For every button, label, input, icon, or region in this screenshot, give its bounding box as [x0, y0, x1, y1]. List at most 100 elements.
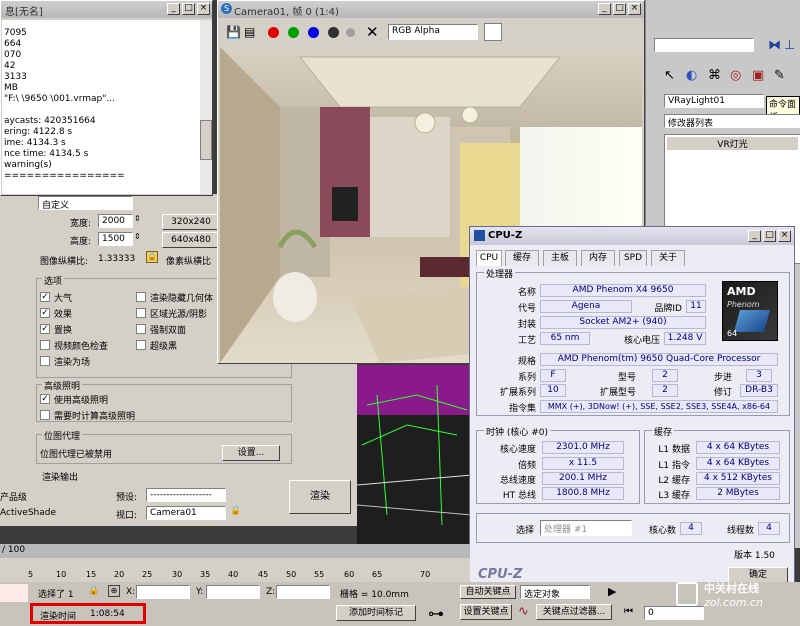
- watermark-url: zol.com.cn: [704, 596, 764, 609]
- align-icon[interactable]: ⊥: [784, 38, 795, 53]
- code-value: Agena: [540, 300, 632, 313]
- preset-size-dropdown[interactable]: 自定义: [38, 196, 133, 210]
- cpuz-close-icon[interactable]: ×: [778, 230, 791, 242]
- key-selection-dropdown[interactable]: 选定对象: [520, 585, 590, 599]
- play-icon[interactable]: ▶: [608, 585, 616, 598]
- size-640-button[interactable]: 640x480: [162, 232, 220, 248]
- displace-checkbox[interactable]: ✓: [40, 324, 50, 334]
- cmd-tab-row: ↖ ◐ ⌘ ◎ ▣ ✎: [664, 68, 800, 88]
- atmosphere-checkbox[interactable]: ✓: [40, 292, 50, 302]
- height-spinner-icon[interactable]: ⇕: [134, 232, 141, 241]
- render-button[interactable]: 渲染: [289, 480, 351, 514]
- width-spinner-icon[interactable]: ⇕: [134, 214, 141, 223]
- amd-logo-text: AMD: [727, 285, 756, 298]
- object-name-field[interactable]: VRayLight01: [664, 94, 764, 108]
- modifier-list-dropdown[interactable]: 修改器列表: [664, 114, 800, 128]
- height-label: 高度:: [70, 237, 92, 247]
- compute-adv-lighting-checkbox[interactable]: [40, 410, 50, 420]
- maximize-icon[interactable]: □: [182, 3, 195, 15]
- minimize-icon[interactable]: _: [167, 3, 180, 15]
- save-icon[interactable]: 💾: [226, 25, 241, 39]
- name-value: AMD Phenom X4 9650: [540, 284, 706, 297]
- selection-lock-icon[interactable]: 🔒: [88, 586, 99, 596]
- close-icon[interactable]: ×: [197, 3, 210, 15]
- viewport-dropdown[interactable]: Camera01: [146, 506, 226, 520]
- log-line: ime: 4134.3 s: [4, 138, 66, 148]
- key-icon[interactable]: ⊶: [428, 604, 444, 623]
- tab-memory[interactable]: 内存: [581, 250, 615, 266]
- log-scrollbar[interactable]: [200, 20, 212, 194]
- tab-about[interactable]: 关于: [651, 250, 685, 266]
- force-2sided-checkbox[interactable]: [136, 324, 146, 334]
- copy-icon[interactable]: ▤: [244, 25, 255, 39]
- compute-adv-lighting-label: 需要时计算高级照明: [54, 412, 136, 422]
- frame-minimize-icon[interactable]: _: [598, 3, 611, 15]
- tab-spd[interactable]: SPD: [619, 250, 647, 266]
- key-filters-button[interactable]: 关键点过滤器...: [536, 604, 612, 620]
- clear-icon[interactable]: ✕: [366, 23, 379, 41]
- super-black-checkbox[interactable]: [136, 340, 146, 350]
- utilities-tab-icon[interactable]: ✎: [774, 68, 785, 83]
- auto-key-button[interactable]: 自动关键点: [460, 585, 516, 599]
- x-coord-input[interactable]: [136, 585, 190, 599]
- display-tab-icon[interactable]: ▣: [752, 68, 764, 83]
- add-time-tag-button[interactable]: 添加时间标记: [336, 605, 416, 621]
- cmd-top-dropdown[interactable]: [654, 38, 754, 52]
- render-hidden-checkbox[interactable]: [136, 292, 146, 302]
- red-channel-icon[interactable]: [268, 27, 279, 38]
- clock-title: 时钟 (核心 #0): [484, 425, 551, 438]
- tab-cache[interactable]: 缓存: [505, 250, 539, 266]
- green-channel-icon[interactable]: [288, 27, 299, 38]
- blue-channel-icon[interactable]: [308, 27, 319, 38]
- track-bar[interactable]: 5 10 15 20 25 30 35 40 45 50 55 60 65 70: [0, 558, 470, 582]
- ruler-tick: 30: [172, 570, 183, 579]
- curve-icon[interactable]: ∿: [518, 604, 529, 619]
- adv-lighting-title: 高级照明: [42, 379, 83, 392]
- tab-mainboard[interactable]: 主板: [543, 250, 577, 266]
- motion-tab-icon[interactable]: ◎: [730, 68, 741, 83]
- channel-dropdown[interactable]: RGB Alpha: [388, 24, 478, 40]
- grid-size: 栅格 = 10.0mm: [340, 590, 409, 600]
- z-coord-input[interactable]: [276, 585, 330, 599]
- area-lights-checkbox[interactable]: [136, 308, 146, 318]
- ext-family-label: 扩展系列: [499, 388, 536, 398]
- l2-value: 4 x 512 KBytes: [696, 472, 780, 485]
- log-line: "F:\ \9650 \001.vrmap"...: [4, 94, 115, 104]
- mirror-icon[interactable]: ⧓: [768, 38, 781, 53]
- width-input[interactable]: 2000: [98, 214, 133, 228]
- model-label: 型号: [617, 373, 636, 383]
- log-line: 3133: [4, 72, 27, 82]
- modifier-stack-item[interactable]: VR灯光: [667, 137, 798, 150]
- modify-tab-icon[interactable]: ◐: [686, 68, 697, 83]
- height-input[interactable]: 1500: [98, 232, 133, 246]
- set-key-button[interactable]: 设置关键点: [460, 604, 512, 620]
- effects-checkbox[interactable]: ✓: [40, 308, 50, 318]
- y-coord-input[interactable]: [206, 585, 260, 599]
- cpuz-maximize-icon[interactable]: □: [763, 230, 776, 242]
- mini-listener[interactable]: [0, 584, 28, 602]
- l2-label: L2 缓存: [658, 476, 690, 486]
- viewport-lock-icon[interactable]: 🔒: [230, 506, 241, 516]
- timeline-slider[interactable]: / 100: [0, 544, 470, 558]
- cpuz-minimize-icon[interactable]: _: [748, 230, 761, 242]
- hierarchy-tab-icon[interactable]: ⌘: [708, 68, 721, 83]
- mono-channel-icon[interactable]: [346, 28, 355, 37]
- processor-select[interactable]: 处理器 #1: [540, 520, 632, 536]
- use-adv-lighting-checkbox[interactable]: ✓: [40, 394, 50, 404]
- tab-cpu[interactable]: CPU: [476, 250, 502, 266]
- model-value: 2: [652, 369, 678, 382]
- video-check-checkbox[interactable]: [40, 340, 50, 350]
- render-fields-checkbox[interactable]: [40, 356, 50, 366]
- bitmap-setup-button[interactable]: 设置...: [222, 445, 280, 461]
- absolute-mode-icon[interactable]: ⊕: [108, 585, 120, 597]
- alpha-channel-icon[interactable]: [328, 27, 339, 38]
- preset-dropdown[interactable]: -------------------: [146, 488, 226, 502]
- frame-close-icon[interactable]: ×: [628, 3, 641, 15]
- goto-start-icon[interactable]: ⏮: [624, 606, 633, 617]
- lock-icon[interactable]: 🔒: [146, 251, 158, 263]
- ruler-tick: 10: [56, 570, 67, 579]
- color-swatch[interactable]: [484, 23, 502, 41]
- frame-maximize-icon[interactable]: □: [613, 3, 626, 15]
- size-320-button[interactable]: 320x240: [162, 214, 220, 230]
- create-tab-icon[interactable]: ↖: [664, 68, 675, 83]
